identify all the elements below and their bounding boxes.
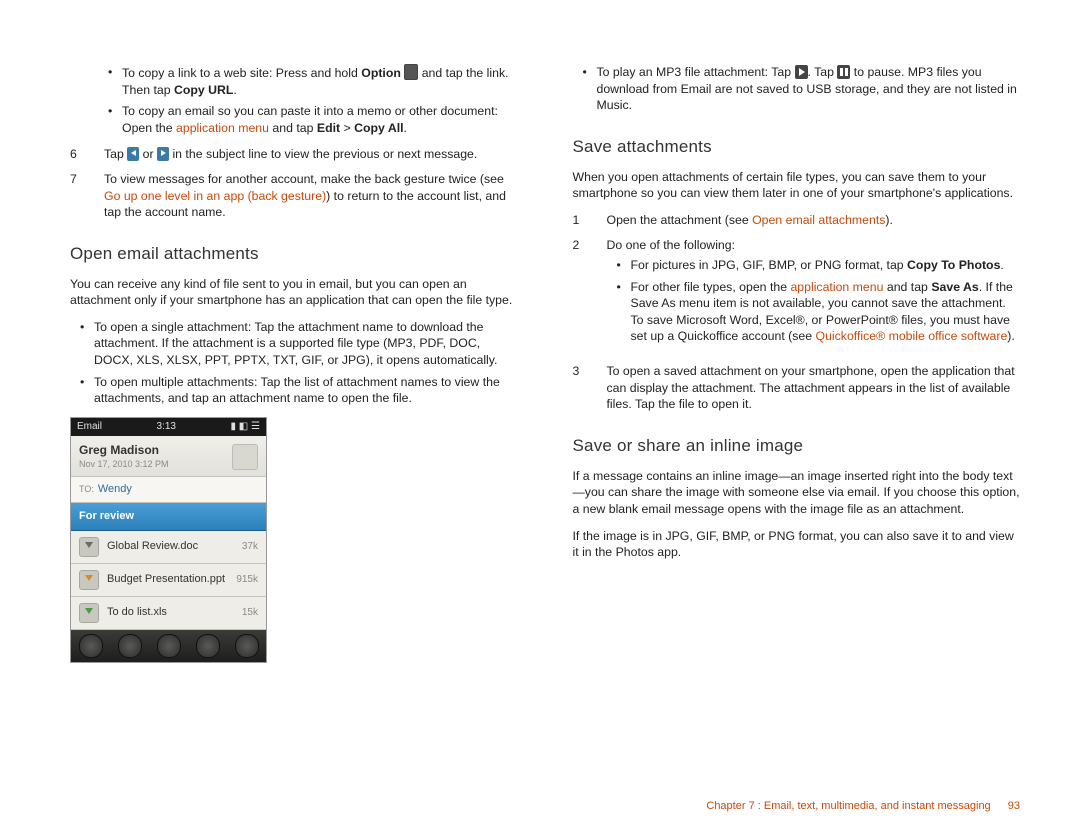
phone-toolbar [71,630,266,662]
download-icon [79,570,99,590]
open-email-attachments-link[interactable]: Open email attachments [752,213,885,227]
phone-toolbar-button [235,634,259,658]
application-menu-link[interactable]: application menu [176,121,269,135]
footer-page-number: 93 [1008,800,1020,812]
prev-arrow-icon [127,147,139,161]
phone-file-size: 37k [242,540,258,554]
phone-subject: For review [71,503,266,531]
quickoffice-link[interactable]: Quickoffice® mobile office software [816,329,1008,343]
phone-toolbar-button [157,634,181,658]
phone-toolbar-button [196,634,220,658]
phone-status-app: Email [77,420,102,434]
right-column: To play an MP3 file attachment: Tap . Ta… [573,60,1021,814]
phone-avatar-icon [232,444,258,470]
application-menu-link[interactable]: application menu [790,280,883,294]
page-footer: Chapter 7 : Email, text, multimedia, and… [706,799,1020,814]
save-step-2: 2 Do one of the following: For pictures … [573,237,1021,356]
step-number: 3 [573,363,591,413]
option-key-icon [404,64,418,80]
phone-status-icons: ▮ ◧ ☰ [231,420,260,434]
open-single-bullet: To open a single attachment: Tap the att… [84,319,518,369]
heading-inline-image: Save or share an inline image [573,435,1021,458]
phone-file-size: 915k [236,573,258,587]
next-arrow-icon [157,147,169,161]
play-icon [795,65,808,79]
pause-icon [837,65,850,79]
phone-attachment-row: To do list.xls 15k [71,597,266,630]
open-multiple-bullet: To open multiple attachments: Tap the li… [84,374,518,407]
phone-toolbar-button [79,634,103,658]
copy-email-bullet: To copy an email so you can paste it int… [112,103,518,136]
phone-to-label: TO: [79,484,94,494]
open-attachments-intro: You can receive any kind of file sent to… [70,276,518,309]
copy-to-photos-bullet: For pictures in JPG, GIF, BMP, or PNG fo… [621,257,1021,274]
save-step-3: 3 To open a saved attachment on your sma… [573,363,1021,413]
phone-attachment-row: Budget Presentation.ppt 915k [71,564,266,597]
phone-screenshot: Email 3:13 ▮ ◧ ☰ Greg Madison Nov 17, 20… [70,417,267,663]
copy-link-bullet: To copy a link to a web site: Press and … [112,64,518,98]
phone-file-size: 15k [242,606,258,620]
step-number: 6 [70,146,88,163]
left-column: To copy a link to a web site: Press and … [70,60,518,814]
heading-open-attachments: Open email attachments [70,243,518,266]
step-6: 6 Tap or in the subject line to view the… [70,146,518,163]
step-7: 7 To view messages for another account, … [70,171,518,221]
phone-file-name: Budget Presentation.ppt [107,572,236,587]
save-step-1: 1 Open the attachment (see Open email at… [573,212,1021,229]
phone-attachment-row: Global Review.doc 37k [71,531,266,564]
footer-chapter: Chapter 7 : Email, text, multimedia, and… [706,800,990,812]
phone-to-name: Wendy [98,483,132,495]
heading-save-attachments: Save attachments [573,136,1021,159]
save-attachments-intro: When you open attachments of certain fil… [573,169,1021,202]
phone-status-time: 3:13 [157,420,176,434]
phone-file-name: To do list.xls [107,605,242,620]
phone-file-name: Global Review.doc [107,539,242,554]
download-icon [79,603,99,623]
inline-image-p2: If the image is in JPG, GIF, BMP, or PNG… [573,528,1021,561]
step-number: 7 [70,171,88,221]
phone-toolbar-button [118,634,142,658]
step-number: 1 [573,212,591,229]
inline-image-p1: If a message contains an inline image—an… [573,468,1021,518]
back-gesture-link[interactable]: Go up one level in an app (back gesture) [104,189,326,203]
download-icon [79,537,99,557]
step-number: 2 [573,237,591,356]
save-as-bullet: For other file types, open the applicati… [621,279,1021,345]
mp3-bullet: To play an MP3 file attachment: Tap . Ta… [587,64,1021,114]
